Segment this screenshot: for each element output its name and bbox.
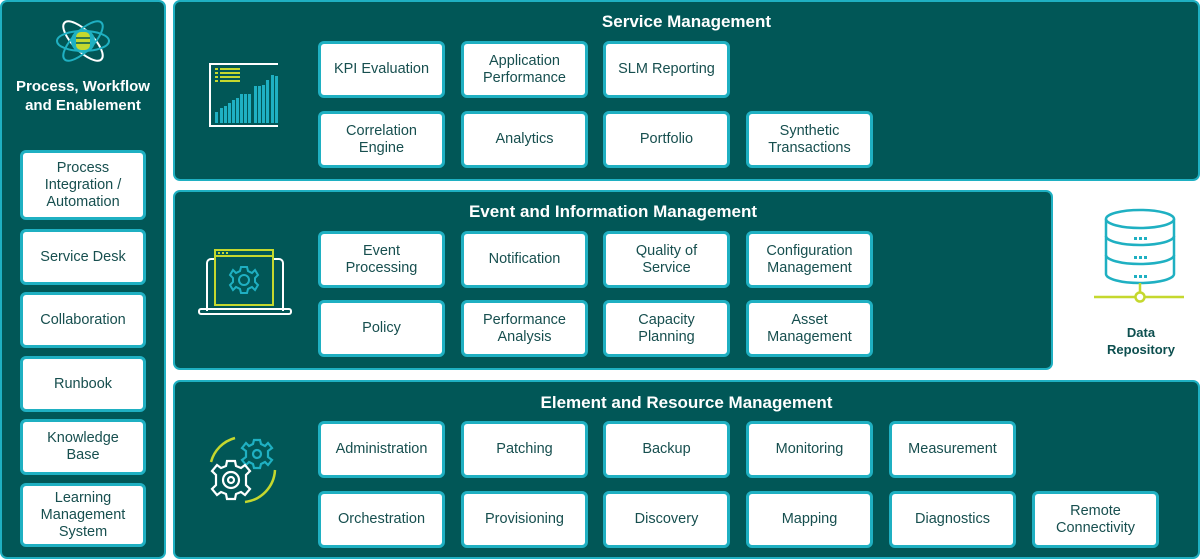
runbook-box[interactable]: Runbook bbox=[20, 356, 146, 412]
quality-of-service-box[interactable]: Quality of Service bbox=[603, 231, 730, 288]
gears-icon bbox=[209, 436, 277, 504]
slm-reporting-box[interactable]: SLM Reporting bbox=[603, 41, 730, 98]
administration-box[interactable]: Administration bbox=[318, 421, 445, 478]
correlation-engine-box[interactable]: Correlation Engine bbox=[318, 111, 445, 168]
event-management-panel: Event and Information Management Event P… bbox=[173, 190, 1053, 370]
remote-connectivity-box[interactable]: Remote Connectivity bbox=[1032, 491, 1159, 548]
event-processing-box[interactable]: Event Processing bbox=[318, 231, 445, 288]
mapping-box[interactable]: Mapping bbox=[746, 491, 873, 548]
kpi-evaluation-box[interactable]: KPI Evaluation bbox=[318, 41, 445, 98]
data-repository-label: Data Repository bbox=[1107, 325, 1175, 357]
configuration-management-box[interactable]: Configuration Management bbox=[746, 231, 873, 288]
kpi-bar-chart-icon bbox=[209, 63, 278, 127]
event-management-title: Event and Information Management bbox=[468, 202, 758, 221]
measurement-box[interactable]: Measurement bbox=[889, 421, 1016, 478]
portfolio-box[interactable]: Portfolio bbox=[603, 111, 730, 168]
element-management-panel: Element and Resource Management Administ… bbox=[173, 380, 1200, 559]
database-network-icon bbox=[1094, 208, 1184, 303]
knowledge-base-box[interactable]: Knowledge Base bbox=[20, 419, 146, 475]
learning-management-box[interactable]: Learning Management System bbox=[20, 483, 146, 547]
discovery-box[interactable]: Discovery bbox=[603, 491, 730, 548]
orchestration-box[interactable]: Orchestration bbox=[318, 491, 445, 548]
analytics-box[interactable]: Analytics bbox=[461, 111, 588, 168]
monitoring-box[interactable]: Monitoring bbox=[746, 421, 873, 478]
process-workflow-panel: Process, Workflow and Enablement Process… bbox=[0, 0, 166, 559]
diagnostics-box[interactable]: Diagnostics bbox=[889, 491, 1016, 548]
performance-analysis-box[interactable]: Performance Analysis bbox=[461, 300, 588, 357]
laptop-gear-icon bbox=[198, 249, 292, 315]
service-management-title: Service Management bbox=[601, 12, 772, 31]
collaboration-box[interactable]: Collaboration bbox=[20, 292, 146, 348]
policy-box[interactable]: Policy bbox=[318, 300, 445, 357]
backup-box[interactable]: Backup bbox=[603, 421, 730, 478]
application-performance-box[interactable]: Application Performance bbox=[461, 41, 588, 98]
process-integration-box[interactable]: Process Integration / Automation bbox=[20, 150, 146, 220]
synthetic-transactions-box[interactable]: Synthetic Transactions bbox=[746, 111, 873, 168]
notification-box[interactable]: Notification bbox=[461, 231, 588, 288]
service-desk-box[interactable]: Service Desk bbox=[20, 229, 146, 285]
patching-box[interactable]: Patching bbox=[461, 421, 588, 478]
asset-management-box[interactable]: Asset Management bbox=[746, 300, 873, 357]
service-management-panel: Service Management KPI Evaluation Applic… bbox=[173, 0, 1200, 181]
atom-database-icon bbox=[56, 20, 110, 62]
capacity-planning-box[interactable]: Capacity Planning bbox=[603, 300, 730, 357]
left-panel-title: Process, Workflow and Enablement bbox=[16, 78, 150, 114]
provisioning-box[interactable]: Provisioning bbox=[461, 491, 588, 548]
element-management-title: Element and Resource Management bbox=[540, 393, 833, 412]
